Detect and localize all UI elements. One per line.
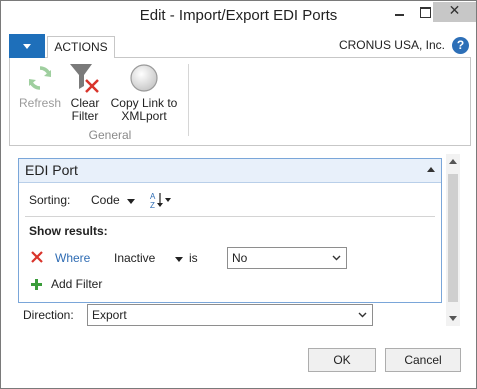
refresh-label: Refresh bbox=[18, 96, 62, 110]
ribbon-panel: Refresh Clear Filter Copy Link to XMLpor… bbox=[9, 58, 471, 146]
close-icon: ✕ bbox=[448, 3, 461, 19]
remove-filter-icon[interactable] bbox=[31, 251, 43, 263]
tab-actions[interactable]: ACTIONS bbox=[47, 36, 115, 59]
clear-filter-label-2: Filter bbox=[71, 109, 99, 123]
add-filter-button[interactable]: Add Filter bbox=[31, 276, 151, 294]
direction-value: Export bbox=[92, 308, 127, 322]
minimize-button[interactable] bbox=[386, 2, 412, 22]
filter-value-select[interactable]: No bbox=[227, 247, 347, 269]
title-bar: Edit - Import/Export EDI Ports ✕ bbox=[1, 1, 476, 31]
scroll-down-icon[interactable] bbox=[449, 316, 457, 321]
direction-label: Direction: bbox=[23, 308, 74, 322]
filter-field-dropdown[interactable]: Inactive bbox=[114, 251, 155, 265]
copy-link-button[interactable]: Copy Link to XMLport bbox=[106, 62, 182, 123]
add-icon bbox=[31, 279, 42, 290]
clear-filter-button[interactable]: Clear Filter bbox=[64, 62, 106, 123]
divider bbox=[25, 216, 435, 217]
refresh-icon bbox=[24, 62, 56, 94]
chevron-up-icon[interactable] bbox=[427, 167, 435, 172]
help-icon[interactable]: ? bbox=[452, 37, 469, 54]
scrollbar-thumb[interactable] bbox=[448, 174, 458, 302]
where-link[interactable]: Where bbox=[55, 251, 90, 265]
copy-link-label-2: XMLport bbox=[121, 109, 167, 123]
scroll-up-icon[interactable] bbox=[449, 159, 457, 164]
company-name: CRONUS USA, Inc. bbox=[338, 38, 445, 52]
vertical-scrollbar[interactable] bbox=[446, 154, 460, 326]
sorting-label: Sorting: bbox=[29, 193, 71, 207]
chevron-down-icon[interactable] bbox=[127, 199, 135, 204]
cancel-button[interactable]: Cancel bbox=[385, 348, 461, 372]
funnel-clear-icon bbox=[68, 62, 102, 94]
group-divider bbox=[188, 64, 189, 136]
sorting-field-dropdown[interactable]: Code bbox=[91, 193, 120, 207]
app-menu-button[interactable] bbox=[9, 34, 45, 58]
direction-select[interactable]: Export bbox=[87, 304, 373, 326]
ribbon-group-label: General bbox=[88, 128, 132, 142]
dialog-window: Edit - Import/Export EDI Ports ✕ ACTIONS… bbox=[0, 0, 477, 389]
svg-text:A: A bbox=[150, 192, 156, 201]
chevron-down-icon bbox=[358, 308, 367, 318]
fasttab-edi-port: EDI Port Sorting: Code A Z Show results:… bbox=[18, 158, 442, 303]
ribbon-tab-strip: ACTIONS CRONUS USA, Inc. ? bbox=[9, 34, 471, 59]
fasttab-title: EDI Port bbox=[25, 162, 78, 178]
show-results-label: Show results: bbox=[29, 224, 108, 238]
chevron-down-icon[interactable] bbox=[175, 257, 183, 262]
add-filter-label: Add Filter bbox=[51, 277, 103, 291]
fasttab-header[interactable]: EDI Port bbox=[19, 159, 441, 183]
refresh-button[interactable]: Refresh bbox=[16, 62, 64, 110]
filter-value: No bbox=[232, 251, 248, 265]
circle-icon bbox=[128, 62, 160, 94]
ok-button[interactable]: OK bbox=[308, 348, 376, 372]
filter-operator: is bbox=[189, 251, 198, 265]
direction-row: Direction: Export bbox=[19, 304, 379, 326]
chevron-down-icon bbox=[332, 251, 341, 261]
sorting-row: Sorting: Code A Z bbox=[25, 190, 435, 210]
svg-text:Z: Z bbox=[150, 201, 155, 210]
filter-row: Where Inactive is No bbox=[25, 247, 435, 271]
close-button[interactable]: ✕ bbox=[433, 2, 476, 22]
sort-az-icon[interactable]: A Z bbox=[149, 190, 173, 210]
